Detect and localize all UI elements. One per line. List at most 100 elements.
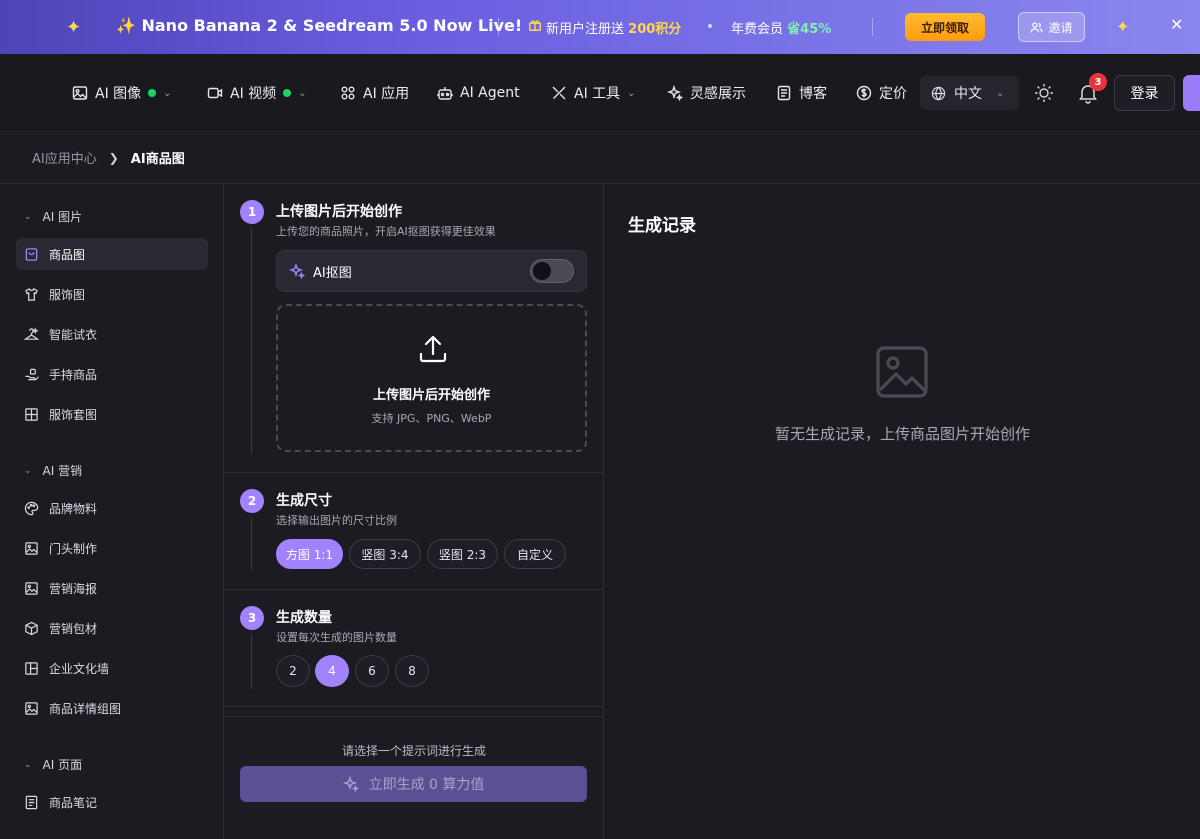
document-icon <box>777 85 791 101</box>
chevron-down-icon: ⌄ <box>24 211 32 222</box>
nav-label: 灵感展示 <box>690 86 746 102</box>
size-option-portrait-3-4[interactable]: 竖图 3:4 <box>349 539 421 569</box>
count-option-4[interactable]: 4 <box>315 655 349 687</box>
count-option-8[interactable]: 8 <box>395 655 429 687</box>
toggle-knob <box>533 262 551 280</box>
sidebar-section-ai-marketing[interactable]: ⌄ AI 营销 <box>24 462 82 479</box>
robot-icon <box>437 87 453 100</box>
chevron-down-icon: ⌄ <box>996 87 1005 99</box>
claim-button[interactable]: 立即领取 <box>905 13 985 41</box>
settings-panel: 1 上传图片后开始创作 上传您的商品照片，开启AI抠图获得更佳效果 AI抠图 上… <box>224 184 604 839</box>
grid-icon <box>25 407 38 421</box>
annual-promo: 年费会员 省45% <box>731 18 831 37</box>
banner-headline: ✨ Nano Banana 2 & Seedream 5.0 Now Live! <box>116 16 523 35</box>
nav-ai-video[interactable]: AI 视频 ⌄ <box>207 82 307 104</box>
ai-cutout-toggle[interactable] <box>530 259 574 283</box>
separator-dot <box>708 24 712 28</box>
chevron-down-icon: ⌄ <box>163 87 172 99</box>
divider <box>224 589 604 590</box>
generate-hint: 请选择一个提示词进行生成 <box>341 744 486 758</box>
size-option-custom[interactable]: 自定义 <box>504 539 566 569</box>
gift-icon <box>528 18 542 36</box>
sidebar-section-ai-page[interactable]: ⌄ AI 页面 <box>24 756 82 773</box>
annual-discount: 省45% <box>787 22 832 37</box>
step-number: 3 <box>240 606 264 630</box>
nav-ai-apps[interactable]: AI 应用 <box>340 82 409 104</box>
nav-label: 博客 <box>799 86 827 102</box>
nav-ai-tools[interactable]: AI 工具 ⌄ <box>551 82 636 104</box>
sidebar-item-virtual-try-on[interactable]: 智能试衣 <box>16 318 208 350</box>
sidebar-item-label: 营销海报 <box>49 581 98 596</box>
sidebar-item-apparel-image[interactable]: 服饰图 <box>16 278 208 310</box>
nav-ai-image[interactable]: AI 图像 ⌄ <box>72 82 172 104</box>
sidebar-item-storefront-sign[interactable]: 门头制作 <box>16 532 208 564</box>
size-option-square[interactable]: 方图 1:1 <box>276 539 343 569</box>
invite-button[interactable]: 邀请 <box>1018 12 1085 42</box>
hand-icon <box>25 368 39 380</box>
chevron-down-icon: ⌄ <box>24 759 32 770</box>
sparkles-icon <box>667 85 683 101</box>
divider <box>224 716 604 717</box>
language-label: 中文 <box>954 86 982 102</box>
nav-pricing[interactable]: 定价 <box>856 82 907 104</box>
language-select[interactable]: 中文 ⌄ <box>920 76 1019 110</box>
sidebar-item-label: 服饰图 <box>49 287 86 302</box>
nav-blog[interactable]: 博客 <box>776 82 827 104</box>
chevron-right-icon: ❯ <box>108 150 119 165</box>
upload-title: 上传图片后开始创作 <box>372 388 490 403</box>
palette-icon <box>24 501 39 515</box>
annual-promo-prefix: 年费会员 <box>731 22 784 37</box>
sidebar-item-marketing-poster[interactable]: 营销海报 <box>16 572 208 604</box>
chevron-down-icon: ⌄ <box>627 87 636 99</box>
divider <box>224 472 604 473</box>
sidebar-item-apparel-set[interactable]: 服饰套图 <box>16 398 208 430</box>
sidebar-item-label: 商品笔记 <box>49 795 98 810</box>
shirt-icon <box>25 287 38 301</box>
step-number: 2 <box>240 489 264 513</box>
note-icon <box>25 795 38 809</box>
theme-toggle-icon[interactable] <box>1033 82 1055 104</box>
count-option-2[interactable]: 2 <box>276 655 310 687</box>
step-subtitle: 上传您的商品照片，开启AI抠图获得更佳效果 <box>276 225 496 238</box>
nav-ai-agent[interactable]: AI Agent <box>437 82 520 104</box>
count-option-6[interactable]: 6 <box>355 655 389 687</box>
sidebar-item-product-image[interactable]: 商品图 <box>16 238 208 270</box>
sidebar-section-ai-image[interactable]: ⌄ AI 图片 <box>24 208 82 225</box>
size-option-portrait-2-3[interactable]: 竖图 2:3 <box>427 539 498 569</box>
notification-badge: 3 <box>1089 73 1107 91</box>
live-status-dot <box>283 89 292 97</box>
sidebar-item-brand-materials[interactable]: 品牌物料 <box>16 492 208 524</box>
users-icon <box>1031 21 1043 32</box>
sidebar-item-product-detail-set[interactable]: 商品详情组图 <box>16 692 208 724</box>
layout-icon <box>25 661 38 675</box>
sidebar-item-handheld-product[interactable]: 手持商品 <box>16 358 208 390</box>
live-status-dot <box>148 89 157 97</box>
breadcrumb-parent[interactable]: AI应用中心 <box>32 148 97 167</box>
sidebar-item-product-notes[interactable]: 商品笔记 <box>16 786 208 818</box>
register-button[interactable] <box>1183 75 1200 111</box>
generate-button[interactable]: 立即生成 0 算力值 <box>240 766 587 802</box>
sidebar-item-label: 品牌物料 <box>49 501 98 516</box>
upload-dropzone[interactable]: 上传图片后开始创作 支持 JPG、PNG、WebP <box>276 304 587 452</box>
close-icon[interactable]: ✕ <box>1170 15 1183 34</box>
sidebar-item-marketing-packaging[interactable]: 营销包材 <box>16 612 208 644</box>
image-icon <box>25 581 38 595</box>
video-icon <box>207 87 223 99</box>
sidebar-item-label: 营销包材 <box>49 621 98 636</box>
section-title: AI 页面 <box>42 758 83 772</box>
sparkle-icon: ✦ <box>1116 17 1130 36</box>
sparkles-icon <box>289 263 305 279</box>
nav-label: 定价 <box>879 86 907 102</box>
login-button[interactable]: 登录 <box>1114 75 1175 111</box>
upload-formats: 支持 JPG、PNG、WebP <box>371 412 492 425</box>
sidebar-item-label: 商品图 <box>49 247 86 262</box>
nav-inspiration[interactable]: 灵感展示 <box>667 82 746 104</box>
history-empty-text: 暂无生成记录，上传商品图片开始创作 <box>774 425 1030 443</box>
step-connector <box>251 228 252 454</box>
nav-label: AI 图像 <box>95 86 142 102</box>
sidebar-item-culture-wall[interactable]: 企业文化墙 <box>16 652 208 684</box>
image-icon <box>25 541 38 555</box>
step-number: 1 <box>240 200 264 224</box>
nav-label: AI 视频 <box>230 86 277 102</box>
sidebar-item-label: 企业文化墙 <box>49 661 110 676</box>
